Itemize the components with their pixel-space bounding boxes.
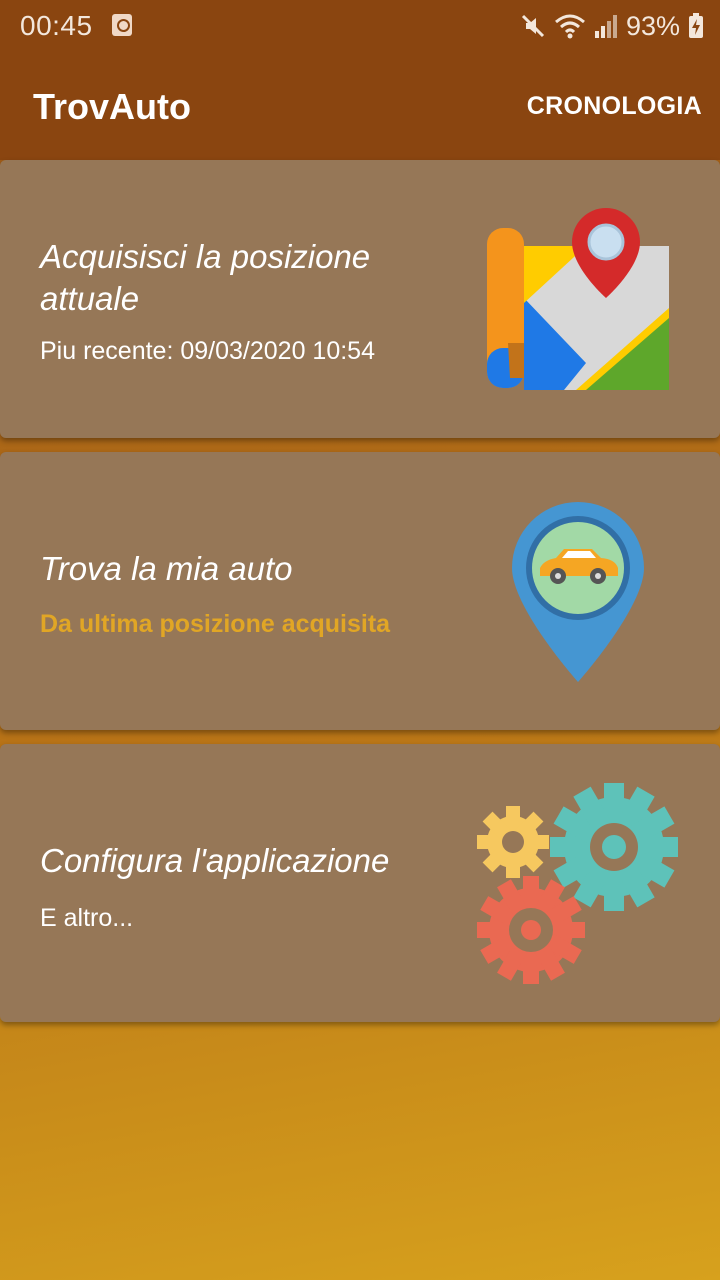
clock-notification-icon [112, 14, 132, 36]
card-title: Configura l'applicazione [40, 842, 390, 879]
signal-icon [594, 15, 617, 38]
card-subtitle: Piu recente: 09/03/2020 10:54 [40, 337, 375, 365]
mute-icon [521, 14, 545, 38]
history-button[interactable]: CRONOLOGIA [527, 92, 702, 121]
card-title: Trova la mia auto [40, 550, 293, 587]
gears-icon [477, 783, 678, 984]
find-my-car-card[interactable]: Trova la mia auto Da ultima posizione ac… [0, 452, 720, 730]
wifi-icon [554, 14, 585, 39]
battery-percent: 93% [625, 10, 680, 41]
app-bar: TrovAuto CRONOLOGIA [0, 52, 720, 160]
card-title: Acquisisci la posizione attuale [40, 238, 371, 317]
status-icons: 93% [520, 10, 704, 42]
battery-charging-icon [689, 13, 703, 38]
configure-app-card[interactable]: Configura l'applicazione E altro... [0, 744, 720, 1022]
status-time: 00:45 [20, 10, 93, 41]
map-pin-icon [487, 208, 669, 390]
card-subtitle: E altro... [40, 904, 134, 932]
card-subtitle: Da ultima posizione acquisita [40, 610, 391, 638]
car-location-icon [512, 502, 644, 682]
status-bar: 00:45 93% [0, 0, 720, 52]
app-title: TrovAuto [33, 86, 191, 127]
acquire-position-card[interactable]: Acquisisci la posizione attuale Piu rece… [0, 160, 720, 438]
